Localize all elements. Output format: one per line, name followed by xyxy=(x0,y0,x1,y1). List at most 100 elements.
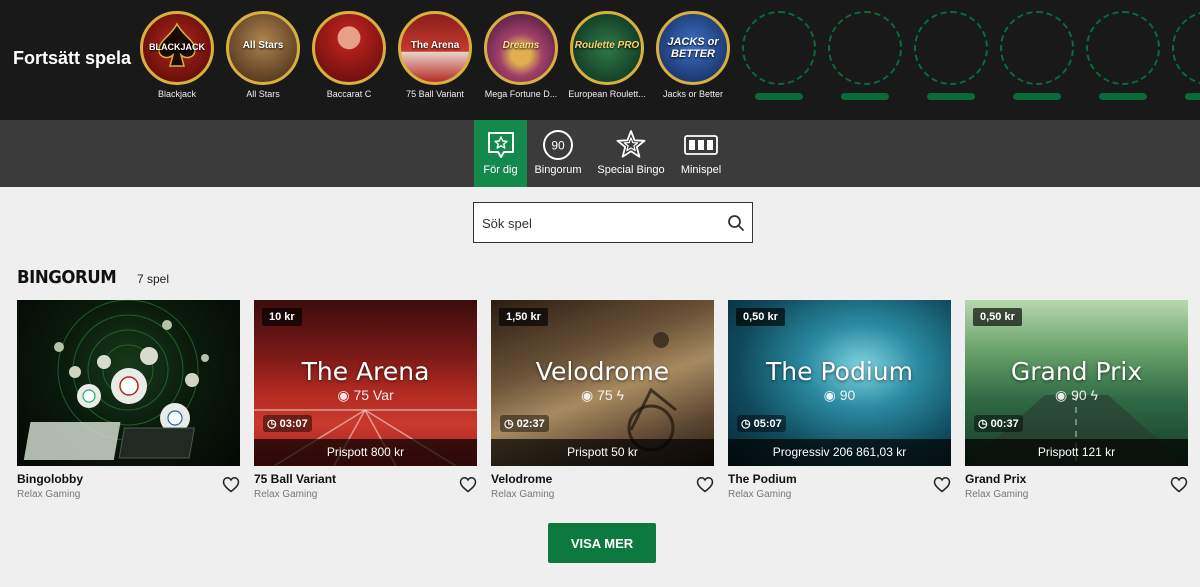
game-thumbnail[interactable] xyxy=(17,300,240,466)
recent-game-label: Baccarat C xyxy=(326,89,372,99)
game-title-overlay: Velodrome xyxy=(535,357,670,386)
continue-playing-bar: Fortsätt spela BLACKJACK Blackjack All S… xyxy=(0,0,1200,120)
heart-icon[interactable] xyxy=(696,476,714,498)
ball-icon: ◉ xyxy=(337,387,350,403)
empty-slot xyxy=(997,11,1077,100)
thumbnail-text: BLACKJACK xyxy=(149,42,205,52)
heart-icon[interactable] xyxy=(222,476,240,498)
timer-value: 00:37 xyxy=(990,417,1019,430)
game-thumbnail[interactable]: 1,50 kr Velodrome ◉ 75 ϟ ◷ 02:37 Prispott… xyxy=(491,300,714,466)
ball-info: ◉ 90 ϟ xyxy=(965,387,1188,404)
recent-game-european-roulette[interactable]: Roulette PRO European Roulett... xyxy=(567,11,647,99)
game-title-overlay: Grand Prix xyxy=(1010,357,1143,386)
recent-game-label: Mega Fortune D... xyxy=(484,89,558,99)
section-count: 7 spel xyxy=(137,272,170,286)
ball-count: 75 xyxy=(597,387,613,403)
game-card-the-podium: 0,50 kr The Podium ◉ 90 ◷ 05:07 Progressi… xyxy=(728,300,951,500)
recent-game-label: Blackjack xyxy=(157,89,196,99)
empty-slot xyxy=(739,11,819,100)
ball-count: 90 xyxy=(1071,387,1087,403)
game-name[interactable]: Velodrome xyxy=(491,472,714,486)
tab-minispel[interactable]: Minispel xyxy=(676,120,726,187)
timer-value: 05:07 xyxy=(753,417,782,430)
timer-value: 02:37 xyxy=(516,417,545,430)
stake-badge: 1,50 kr xyxy=(499,308,548,326)
game-name[interactable]: Bingolobby xyxy=(17,472,240,486)
game-provider: Relax Gaming xyxy=(965,489,1029,500)
game-name[interactable]: Grand Prix xyxy=(965,472,1188,486)
game-title-overlay: The Arena xyxy=(301,357,430,386)
thumbnail-text: The Arena xyxy=(410,40,460,51)
recent-game-blackjack[interactable]: BLACKJACK Blackjack xyxy=(137,11,217,99)
countdown-timer: ◷ 05:07 xyxy=(737,415,786,432)
game-card-bingolobby: Bingolobby Relax Gaming xyxy=(17,300,240,500)
game-title-overlay: The Podium xyxy=(766,357,913,386)
tab-label: För dig xyxy=(483,164,518,176)
search-input[interactable] xyxy=(482,213,722,233)
heart-icon[interactable] xyxy=(933,476,951,498)
ball-count: 90 xyxy=(839,387,856,403)
star-outline-icon xyxy=(594,128,668,162)
game-card-grand-prix: 0,50 kr Grand Prix ◉ 90 ϟ ◷ 00:37 Prispot… xyxy=(965,300,1188,500)
game-thumbnail[interactable]: 0,50 kr The Podium ◉ 90 ◷ 05:07 Progressi… xyxy=(728,300,951,466)
recent-game-thumbnail: All Stars xyxy=(226,11,300,85)
stake-badge: 10 kr xyxy=(262,308,302,326)
ball-icon: ◉ xyxy=(1055,387,1068,403)
slot-reels-icon xyxy=(676,128,726,162)
game-name[interactable]: 75 Ball Variant xyxy=(254,472,477,486)
ball-info: ◉ 75 ϟ xyxy=(491,387,714,404)
tab-special-bingo[interactable]: Special Bingo xyxy=(594,120,668,187)
ball-count: 75 Var xyxy=(353,387,394,403)
game-provider: Relax Gaming xyxy=(17,489,81,500)
game-name[interactable]: The Podium xyxy=(728,472,951,486)
recent-game-jacks-or-better[interactable]: JACKS or BETTER Jacks or Better xyxy=(653,11,733,99)
star-chat-icon xyxy=(474,128,527,162)
recent-game-all-stars[interactable]: All Stars All Stars xyxy=(223,11,303,99)
search-box xyxy=(473,202,753,243)
ball-info: ◉ 90 xyxy=(728,387,951,404)
recent-game-thumbnail xyxy=(312,11,386,85)
empty-slot xyxy=(825,11,905,100)
lightning-icon: ϟ xyxy=(1090,387,1098,403)
recent-game-label: All Stars xyxy=(246,89,280,99)
thumbnail-text: JACKS or BETTER xyxy=(667,36,719,60)
empty-slot xyxy=(1169,11,1200,100)
heart-icon[interactable] xyxy=(1170,476,1188,498)
recent-game-thumbnail: BLACKJACK xyxy=(140,11,214,85)
ball-icon: ◉ xyxy=(581,387,594,403)
clock-icon: ◷ xyxy=(978,418,988,430)
recent-game-label: 75 Ball Variant xyxy=(406,89,464,99)
stake-badge: 0,50 kr xyxy=(973,308,1022,326)
ball-info: ◉ 75 Var xyxy=(254,387,477,404)
empty-slot xyxy=(1083,11,1163,100)
timer-value: 03:07 xyxy=(279,417,308,430)
game-provider: Relax Gaming xyxy=(728,489,792,500)
recent-game-thumbnail: JACKS or BETTER xyxy=(656,11,730,85)
bingo-balls-illustration xyxy=(23,300,209,460)
tab-label: Special Bingo xyxy=(597,164,665,176)
clock-icon: ◷ xyxy=(504,418,514,430)
recent-game-mega-fortune-dreams[interactable]: Dreams Mega Fortune D... xyxy=(481,11,561,99)
game-thumbnail[interactable]: 10 kr The Arena ◉ 75 Var ◷ 03:07 Prispott… xyxy=(254,300,477,466)
category-tabs: För dig 90 Bingorum Special Bingo Minisp… xyxy=(0,120,1200,187)
section-title: BINGORUM xyxy=(17,267,117,288)
clock-icon: ◷ xyxy=(741,418,751,430)
heart-icon[interactable] xyxy=(459,476,477,498)
tab-label: Minispel xyxy=(680,164,722,176)
game-card-velodrome: 1,50 kr Velodrome ◉ 75 ϟ ◷ 02:37 Prispott… xyxy=(491,300,714,500)
game-thumbnail[interactable]: 0,50 kr Grand Prix ◉ 90 ϟ ◷ 00:37 Prispot… xyxy=(965,300,1188,466)
tab-bingorum[interactable]: 90 Bingorum xyxy=(530,120,586,187)
jackpot-bar: Prispott 50 kr xyxy=(491,439,714,466)
empty-slot xyxy=(911,11,991,100)
recent-game-75-ball-variant[interactable]: The Arena 75 Ball Variant xyxy=(395,11,475,99)
search-icon[interactable] xyxy=(727,214,745,237)
thumbnail-text: All Stars xyxy=(242,40,284,51)
game-card-75-ball-variant: 10 kr The Arena ◉ 75 Var ◷ 03:07 Prispott… xyxy=(254,300,477,500)
recent-game-baccarat-c[interactable]: Baccarat C xyxy=(309,11,389,99)
ball-icon: ◉ xyxy=(823,387,836,403)
show-more-button[interactable]: VISA MER xyxy=(548,523,656,563)
ball-90-icon: 90 xyxy=(530,128,586,162)
tab-for-dig[interactable]: För dig xyxy=(474,120,527,187)
recent-game-label: Jacks or Better xyxy=(662,89,724,99)
countdown-timer: ◷ 03:07 xyxy=(263,415,312,432)
